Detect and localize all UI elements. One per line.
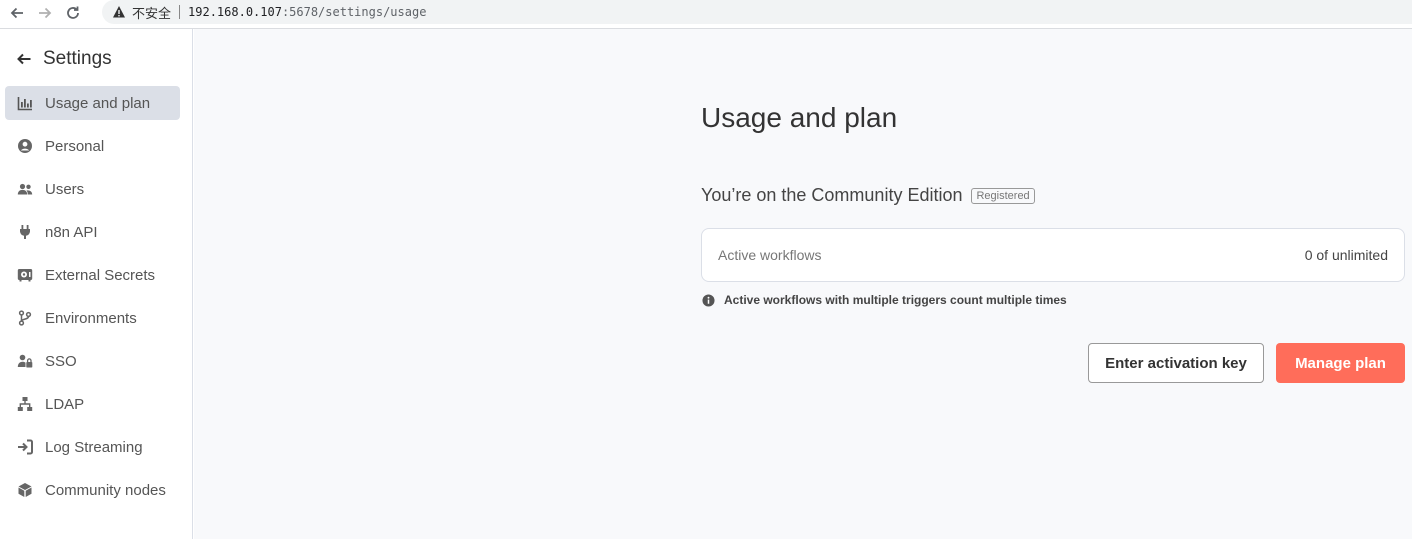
sidebar-item-ldap[interactable]: LDAP bbox=[5, 387, 180, 421]
page-title: Usage and plan bbox=[701, 102, 898, 133]
manage-plan-button[interactable]: Manage plan bbox=[1276, 343, 1405, 383]
sidebar-item-label: SSO bbox=[45, 352, 77, 370]
users-icon bbox=[17, 181, 33, 197]
url-host: 192.168.0.107 bbox=[188, 5, 282, 19]
sidebar-item-log-streaming[interactable]: Log Streaming bbox=[5, 430, 180, 464]
code-branch-icon bbox=[17, 310, 33, 326]
enter-activation-key-button[interactable]: Enter activation key bbox=[1088, 343, 1264, 383]
browser-reload-button[interactable] bbox=[62, 2, 84, 24]
sidebar-item-label: n8n API bbox=[45, 223, 98, 241]
sidebar-item-external-secrets[interactable]: External Secrets bbox=[5, 258, 180, 292]
info-text: Active workflows with multiple triggers … bbox=[724, 293, 1067, 307]
url-path: :5678/settings/usage bbox=[281, 5, 427, 19]
settings-sidebar: Settings Usage and plan Personal Users n… bbox=[0, 29, 193, 539]
arrow-left-icon bbox=[10, 7, 23, 18]
settings-back-link[interactable]: Settings bbox=[16, 48, 112, 70]
sidebar-item-label: Environments bbox=[45, 309, 137, 327]
arrow-left-icon bbox=[17, 53, 31, 65]
sidebar-item-label: Personal bbox=[45, 137, 105, 155]
sign-in-icon bbox=[17, 439, 33, 455]
edition-row: You’re on the Community Edition Register… bbox=[701, 185, 1035, 206]
browser-back-button[interactable] bbox=[6, 2, 28, 24]
arrow-right-icon bbox=[39, 7, 52, 18]
sidebar-item-users[interactable]: Users bbox=[5, 172, 180, 206]
sidebar-item-label: Log Streaming bbox=[45, 438, 143, 456]
reload-icon bbox=[67, 6, 79, 19]
usage-value: 0 of unlimited bbox=[1304, 247, 1388, 263]
bar-chart-icon bbox=[17, 95, 33, 111]
plug-icon bbox=[17, 224, 33, 240]
user-circle-icon bbox=[17, 138, 33, 154]
url-separator bbox=[179, 5, 181, 19]
sidebar-item-usage-and-plan[interactable]: Usage and plan bbox=[5, 86, 180, 120]
warning-icon bbox=[113, 6, 125, 18]
sidebar-title: Settings bbox=[43, 48, 112, 69]
sidebar-item-n8n-api[interactable]: n8n API bbox=[5, 215, 180, 249]
network-icon bbox=[17, 396, 33, 412]
vault-icon bbox=[17, 267, 33, 283]
sidebar-item-community-nodes[interactable]: Community nodes bbox=[5, 473, 180, 507]
usage-card: Active workflows 0 of unlimited bbox=[701, 228, 1405, 282]
sidebar-item-environments[interactable]: Environments bbox=[5, 301, 180, 335]
info-circle-icon bbox=[702, 293, 715, 307]
sidebar-item-label: Users bbox=[45, 180, 85, 198]
info-note: Active workflows with multiple triggers … bbox=[702, 293, 1067, 307]
browser-toolbar: 不安全 192.168.0.107 :5678/settings/usage bbox=[0, 0, 1412, 25]
sidebar-item-label: LDAP bbox=[45, 395, 85, 413]
main-content: Usage and plan You’re on the Community E… bbox=[194, 29, 1412, 539]
user-lock-icon bbox=[17, 353, 33, 369]
browser-forward-button[interactable] bbox=[34, 2, 56, 24]
insecure-label: 不安全 bbox=[132, 6, 172, 22]
cube-icon bbox=[17, 482, 33, 498]
sidebar-item-personal[interactable]: Personal bbox=[5, 129, 180, 163]
usage-label: Active workflows bbox=[718, 247, 822, 263]
sidebar-item-label: External Secrets bbox=[45, 266, 156, 284]
sidebar-item-label: Community nodes bbox=[45, 481, 166, 499]
edition-heading: You’re on the Community Edition bbox=[701, 185, 963, 205]
address-bar[interactable]: 不安全 192.168.0.107 :5678/settings/usage bbox=[102, 0, 1412, 24]
sidebar-item-label: Usage and plan bbox=[45, 94, 151, 112]
status-badge: Registered bbox=[971, 187, 1035, 204]
sidebar-item-sso[interactable]: SSO bbox=[5, 344, 180, 378]
